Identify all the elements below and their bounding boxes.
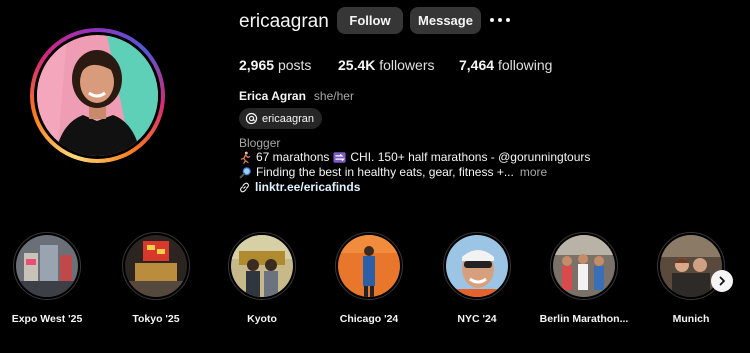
link-icon [240,182,249,192]
posts-count: 2,965 [239,57,275,73]
full-name: Erica Agran she/her [239,89,354,103]
highlight-label: NYC '24 [457,313,497,325]
following-label: following [497,57,553,73]
highlight-cover [231,235,293,297]
magnifier-emoji-icon [239,166,251,178]
bio-chi-text: CHI. 150+ half marathons - @gorunningtou… [350,150,591,164]
following-count: 7,464 [459,57,495,73]
highlight-label: Berlin Marathon... [539,313,629,325]
highlight-item[interactable]: Tokyo '25 [108,232,204,325]
highlight-cover [125,235,187,297]
highlight-ring [550,232,618,300]
highlight-cover [16,235,78,297]
ellipsis-icon[interactable] [490,14,510,26]
profile-avatar-ring[interactable] [30,28,165,163]
highlight-item[interactable]: Expo West '25 [0,232,95,325]
profile-link-text: linktr.ee/ericafinds [255,180,361,194]
highlight-ring [443,232,511,300]
highlight-label: Tokyo '25 [132,313,180,325]
full-name-text: Erica Agran [239,89,306,103]
highlight-ring [335,232,403,300]
posts-stat: 2,965 posts [239,57,311,73]
profile-link[interactable]: linktr.ee/ericafinds [239,180,360,194]
bio-finding-text: Finding the best in healthy eats, gear, … [256,165,514,179]
category-label: Blogger [239,136,281,150]
bio-marathons-text: 67 marathons [256,150,330,164]
highlight-label: Munich [672,313,710,325]
avatar-gap [34,32,161,159]
message-button[interactable]: Message [410,7,481,34]
chevron-right-icon [719,276,725,286]
highlight-cover [446,235,508,297]
highlight-ring [122,232,190,300]
followers-count: 25.4K [338,57,376,73]
following-stat[interactable]: 7,464 following [459,57,552,73]
follow-button[interactable]: Follow [337,7,403,34]
highlight-item[interactable]: NYC '24 [429,232,525,325]
bio-line-2: Finding the best in healthy eats, gear, … [239,165,547,179]
highlight-label: Chicago '24 [339,313,399,325]
username: ericaagran [239,11,329,32]
bio-line-1: 67 marathons CHI. 150+ half marathons - … [239,150,590,164]
threads-badge[interactable]: ericaagran [239,108,322,129]
highlight-cover [553,235,615,297]
highlight-item[interactable]: Kyoto [214,232,310,325]
posts-label: posts [277,57,312,73]
highlight-label: Expo West '25 [11,313,83,325]
highlight-ring [228,232,296,300]
threads-icon [245,112,258,125]
highlight-item[interactable]: Berlin Marathon... [536,232,632,325]
pronouns: she/her [313,89,354,103]
followers-label: followers [379,57,435,73]
runner-emoji-icon [240,151,251,164]
profile-avatar [37,35,158,156]
highlight-cover [338,235,400,297]
followers-stat[interactable]: 25.4K followers [338,57,435,73]
highlight-item[interactable]: Chicago '24 [321,232,417,325]
highlights-row: Expo West '25 Tokyo '25 Kyoto Chicago '2… [0,232,750,332]
bio-more-link[interactable]: more [520,165,547,179]
highlight-ring [13,232,81,300]
highlight-label: Kyoto [247,313,277,325]
threads-handle: ericaagran [262,112,314,125]
highlights-next-button[interactable] [711,270,733,292]
arrow-right-emoji-icon [333,151,346,163]
